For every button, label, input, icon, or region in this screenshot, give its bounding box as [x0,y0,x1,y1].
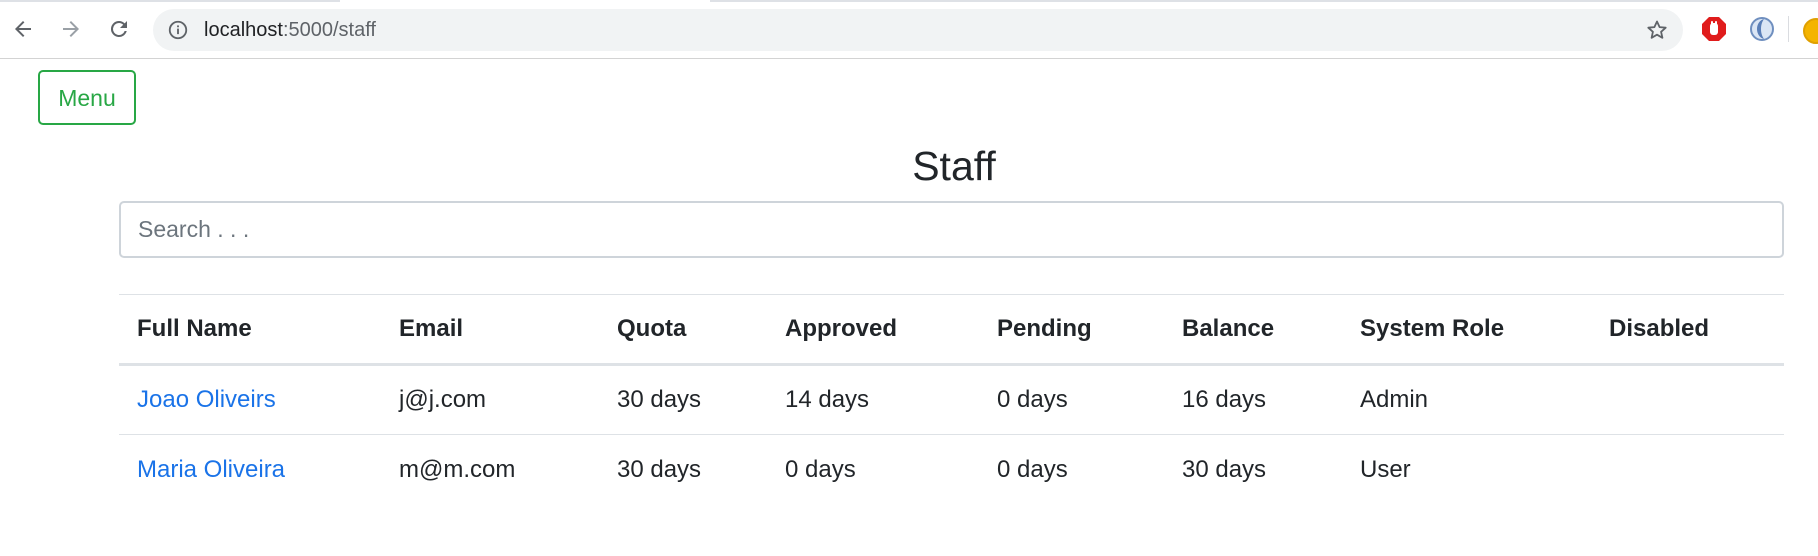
column-header-approved[interactable]: Approved [767,295,979,365]
column-header-balance[interactable]: Balance [1164,295,1342,365]
tab-strip-edge [710,0,1818,2]
address-bar[interactable]: localhost:5000/staff [153,9,1683,51]
back-button[interactable] [5,11,41,47]
column-header-pending[interactable]: Pending [979,295,1164,365]
table-header-row: Full Name Email Quota Approved Pending B… [119,294,1784,365]
search-input[interactable] [119,201,1784,258]
url-path: :5000/staff [282,19,376,41]
page-title: Staff [912,143,996,189]
tab-strip-edge [0,0,340,2]
stop-hand-extension-icon[interactable] [1700,15,1728,43]
cell-balance: 16 days [1182,386,1267,413]
reload-button[interactable] [101,11,137,47]
url-text[interactable]: localhost:5000/staff [204,19,376,41]
toolbar-divider [1788,16,1789,42]
reload-icon [110,20,127,37]
staff-name-link[interactable]: Joao Oliveirs [137,386,276,413]
cell-pending: 0 days [997,386,1068,413]
cell-balance: 30 days [1182,455,1267,483]
menu-button[interactable]: Menu [38,70,136,125]
column-header-system-role[interactable]: System Role [1342,295,1591,365]
column-header-email[interactable]: Email [381,295,599,365]
forward-arrow-icon [63,21,79,37]
cell-full-name: Maria Oliveira [119,435,381,505]
forward-button[interactable] [53,11,89,47]
cell-email: j@j.com [399,386,487,413]
browser-toolbar: localhost:5000/staff [0,0,1818,59]
cell-disabled [1591,365,1784,435]
profile-avatar-icon[interactable] [1803,18,1818,44]
cell-approved: 14 days [785,386,870,413]
cell-pending: 0 days [997,455,1068,483]
star-icon[interactable] [1645,18,1669,42]
column-header-quota[interactable]: Quota [599,295,767,365]
cell-quota: 30 days [617,386,702,413]
table-row: Joao Oliveirs j@j.com 30 days 14 days 0 … [119,365,1784,435]
back-arrow-icon [15,21,31,37]
cell-email: m@m.com [399,455,516,483]
globe-extension-icon[interactable] [1748,15,1776,43]
info-icon[interactable] [167,19,189,41]
column-header-full-name[interactable]: Full Name [119,295,381,365]
cell-system-role: Admin [1360,386,1429,413]
table-row: Maria Oliveira m@m.com 30 days 0 days 0 … [119,435,1784,505]
cell-system-role: User [1360,455,1411,483]
cell-quota: 30 days [617,455,702,483]
cell-full-name: Joao Oliveirs [119,365,381,435]
staff-name-link[interactable]: Maria Oliveira [137,456,285,483]
cell-approved: 0 days [785,455,856,483]
staff-table: Full Name Email Quota Approved Pending B… [119,294,1784,505]
cell-disabled [1591,435,1784,505]
url-host: localhost [204,19,283,41]
column-header-disabled[interactable]: Disabled [1591,295,1784,365]
